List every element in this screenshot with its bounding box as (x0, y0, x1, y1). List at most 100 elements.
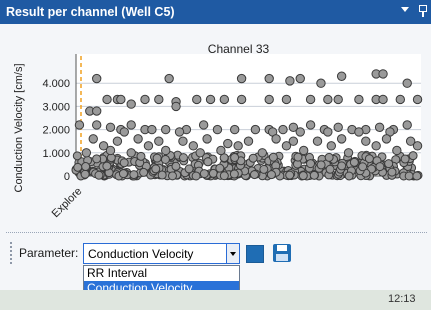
data-point (236, 73, 247, 84)
data-point (140, 94, 150, 105)
data-point (325, 164, 335, 174)
pin-icon[interactable] (419, 5, 427, 17)
data-point (105, 145, 116, 156)
data-point (171, 161, 181, 171)
data-point (236, 94, 247, 105)
data-point (178, 153, 188, 163)
data-point (160, 154, 170, 164)
data-point (387, 167, 397, 177)
status-time: 12:13 (388, 293, 416, 305)
data-point (157, 170, 167, 180)
data-point (198, 120, 209, 130)
data-point (395, 94, 405, 105)
y-tick-label: 4.000 (42, 78, 70, 90)
data-point (129, 170, 139, 180)
y-tick-label: 3.000 (42, 101, 70, 113)
data-point (371, 141, 381, 151)
data-point (136, 151, 146, 161)
data-point (354, 127, 364, 137)
data-point (285, 170, 295, 180)
data-point (354, 94, 364, 105)
data-point (195, 148, 205, 158)
parameter-combobox[interactable]: Conduction Velocity (83, 243, 240, 264)
data-point (219, 94, 230, 105)
data-point (81, 162, 91, 172)
data-point (249, 170, 259, 180)
data-point (343, 148, 354, 158)
data-point (126, 148, 136, 158)
data-point (323, 94, 333, 105)
data-point (381, 134, 392, 144)
parameter-label: Parameter: (19, 246, 79, 260)
data-point (316, 160, 326, 170)
data-point (412, 171, 422, 181)
data-point (323, 127, 333, 137)
data-point (230, 152, 240, 162)
dropdown-option[interactable]: RR Interval (84, 266, 239, 281)
data-point (174, 127, 185, 137)
toolbar-grip-icon[interactable] (10, 242, 14, 264)
data-point (205, 94, 216, 105)
data-point (400, 154, 410, 164)
parameter-combobox-value: Conduction Velocity (88, 247, 194, 261)
save-icon[interactable] (272, 243, 292, 263)
data-point (92, 106, 102, 116)
data-point (248, 153, 258, 163)
data-point (281, 94, 292, 105)
data-point (116, 94, 126, 105)
chart-title: Channel 33 (208, 42, 270, 56)
data-point (312, 136, 323, 146)
panel-title: Result per channel (Well C5) (6, 5, 175, 19)
data-point (358, 162, 368, 172)
data-point (199, 169, 209, 179)
panel-menu-dropdown-icon[interactable] (401, 7, 409, 12)
result-panel: Result per channel (Well C5) Channel 33 0… (0, 0, 431, 310)
data-point (202, 134, 212, 144)
data-point (412, 141, 423, 151)
data-point (126, 120, 136, 130)
data-point (92, 73, 102, 84)
data-point (171, 101, 181, 112)
data-point (154, 94, 164, 105)
data-point (250, 124, 261, 135)
combobox-dropdown-button[interactable] (226, 244, 239, 263)
data-point (133, 134, 143, 144)
data-point (119, 158, 129, 168)
data-point (164, 73, 174, 84)
data-point (216, 145, 226, 156)
data-point (278, 124, 288, 135)
data-point (404, 171, 414, 181)
scatter-chart: Channel 33 0 1.000 2.000 3.000 4.000 Conductio… (13, 42, 423, 220)
data-point (309, 170, 319, 180)
data-point (72, 151, 82, 161)
data-point (102, 94, 112, 105)
data-point (73, 162, 83, 172)
data-point (299, 145, 309, 156)
data-point (81, 148, 92, 158)
data-point (281, 141, 292, 151)
data-point (151, 164, 161, 174)
data-point (326, 141, 336, 151)
data-point (337, 161, 347, 171)
y-axis-label: Conduction Velocity [cm/s] (13, 63, 25, 192)
data-point (102, 161, 112, 171)
data-point (305, 94, 316, 105)
data-point (344, 171, 354, 181)
data-point (230, 124, 240, 135)
data-point (147, 124, 157, 135)
data-point (118, 169, 128, 179)
data-point (184, 164, 194, 174)
data-point (264, 94, 274, 105)
data-point (295, 127, 305, 137)
data-point (364, 154, 374, 164)
data-point (402, 120, 412, 130)
data-point (94, 170, 104, 180)
y-tick-label: 2.000 (42, 125, 70, 137)
data-point (408, 151, 418, 161)
data-point (392, 145, 402, 156)
data-point (285, 76, 295, 86)
data-point (203, 157, 213, 167)
panel-titlebar: Result per channel (Well C5) (0, 0, 431, 24)
color-swatch-button[interactable] (246, 245, 264, 263)
data-point (143, 141, 154, 151)
